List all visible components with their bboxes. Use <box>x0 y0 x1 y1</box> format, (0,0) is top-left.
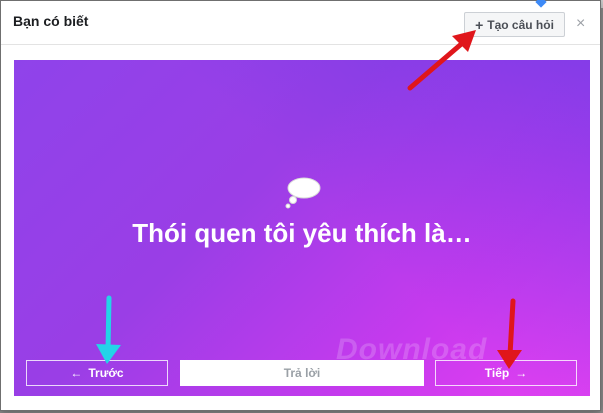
thought-bubble-icon <box>285 177 321 209</box>
next-label: Tiếp <box>484 366 510 380</box>
previous-label: Trước <box>88 366 124 380</box>
question-card: Thói quen tôi yêu thích là… Download ← T… <box>14 60 590 396</box>
arrow-right-icon: → <box>515 366 528 380</box>
create-question-button[interactable]: + Tạo câu hỏi <box>464 12 565 37</box>
answer-button[interactable]: Trả lời <box>180 360 424 386</box>
plus-icon: + <box>475 16 484 33</box>
create-question-label: Tạo câu hỏi <box>487 17 554 32</box>
close-icon[interactable]: × <box>576 16 585 32</box>
question-text: Thói quen tôi yêu thích là… <box>132 218 472 248</box>
did-you-know-dialog: Bạn có biết + Tạo câu hỏi × Thói quen tô… <box>0 0 601 411</box>
previous-button[interactable]: ← Trước <box>26 360 168 386</box>
next-button[interactable]: Tiếp → <box>435 360 577 386</box>
arrow-left-icon: ← <box>70 366 83 380</box>
dialog-header: Bạn có biết + Tạo câu hỏi × <box>1 1 600 45</box>
dialog-title: Bạn có biết <box>13 13 89 29</box>
answer-label: Trả lời <box>283 366 321 380</box>
